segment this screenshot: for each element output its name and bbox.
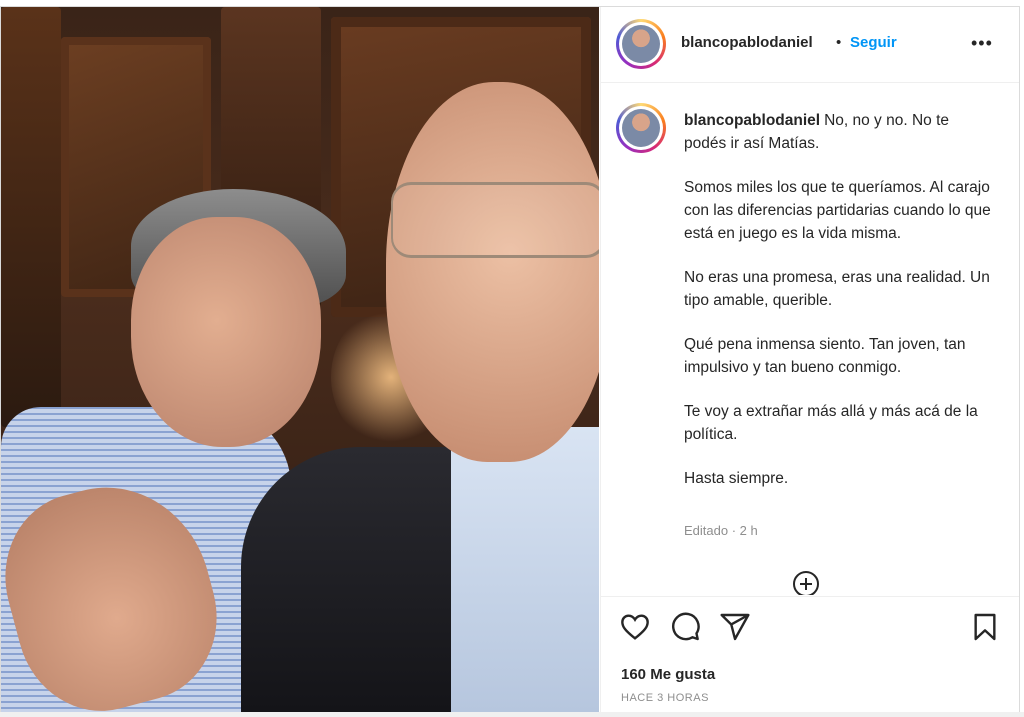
heart-icon[interactable]: [619, 611, 651, 643]
caption-username[interactable]: blancopablodaniel: [684, 112, 820, 129]
avatar[interactable]: [616, 19, 666, 69]
caption-paragraph: Qué pena inmensa siento. Tan joven, tan …: [684, 336, 966, 376]
post-photo[interactable]: [1, 7, 599, 713]
post-timestamp[interactable]: HACE 3 HORAS: [621, 692, 709, 704]
bookmark-icon[interactable]: [969, 611, 1001, 643]
plus-circle-icon[interactable]: [793, 571, 819, 595]
caption-paragraph: Hasta siempre.: [684, 470, 789, 487]
post-header: blancopablodaniel • Seguir •••: [601, 7, 1019, 83]
post-sidebar: blancopablodaniel • Seguir ••• blancopab…: [600, 7, 1019, 713]
separator-dot: •: [836, 34, 842, 51]
edited-label: Editado · 2 h: [684, 523, 758, 538]
post-container: blancopablodaniel • Seguir ••• blancopab…: [0, 6, 1020, 714]
caption-avatar[interactable]: [616, 103, 666, 153]
page-bottom-edge: [0, 712, 1024, 717]
username-link[interactable]: blancopablodaniel: [681, 34, 813, 51]
caption-paragraph: No eras una promesa, eras una realidad. …: [684, 269, 990, 309]
caption-paragraph: Somos miles los que te queríamos. Al car…: [684, 179, 991, 242]
send-icon[interactable]: [719, 611, 751, 643]
caption-area: blancopablodaniel No, no y no. No te podé…: [601, 83, 1019, 595]
caption-text: blancopablodaniel No, no y no. No te podé…: [684, 109, 994, 511]
comment-icon[interactable]: [669, 611, 701, 643]
caption-paragraph: Te voy a extrañar más allá y más acá de …: [684, 403, 978, 443]
likes-count[interactable]: 160 Me gusta: [621, 666, 715, 683]
follow-button[interactable]: Seguir: [850, 34, 897, 51]
more-options-button[interactable]: •••: [971, 33, 993, 54]
post-actions: 160 Me gusta HACE 3 HORAS: [601, 596, 1019, 713]
